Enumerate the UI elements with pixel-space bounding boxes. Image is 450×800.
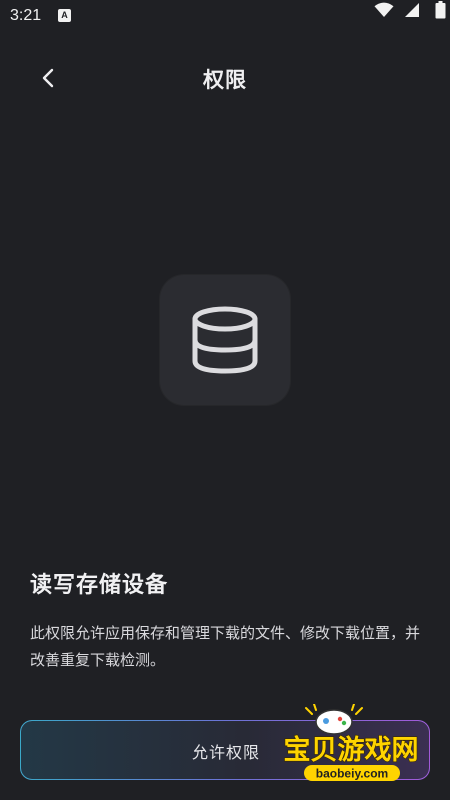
wifi-icon xyxy=(374,2,394,17)
battery-icon xyxy=(435,1,446,19)
watermark-url-text: baobeiy.com xyxy=(316,767,388,781)
a-letter-icon: A xyxy=(58,9,71,22)
watermark-brand-text: 宝贝游戏网 xyxy=(284,734,419,766)
status-bar: 3:21 A xyxy=(0,0,450,32)
watermark-logo: 宝贝游戏网 baobeiy.com xyxy=(276,703,426,786)
permission-screen: 3:21 A 权限 读写存储设备 此权限允许应用保存和管理下载的文件、修改下载位… xyxy=(0,0,450,800)
status-time: 3:21 xyxy=(10,7,42,24)
page-title: 权限 xyxy=(203,68,247,92)
permission-title: 读写存储设备 xyxy=(30,573,169,598)
header: 权限 xyxy=(0,50,450,106)
database-icon xyxy=(192,306,258,374)
permission-icon-tile xyxy=(160,275,290,405)
signal-icon xyxy=(405,3,419,17)
permission-description: 此权限允许应用保存和管理下载的文件、修改下载位置，并改善重复下载检测。 xyxy=(30,624,421,669)
